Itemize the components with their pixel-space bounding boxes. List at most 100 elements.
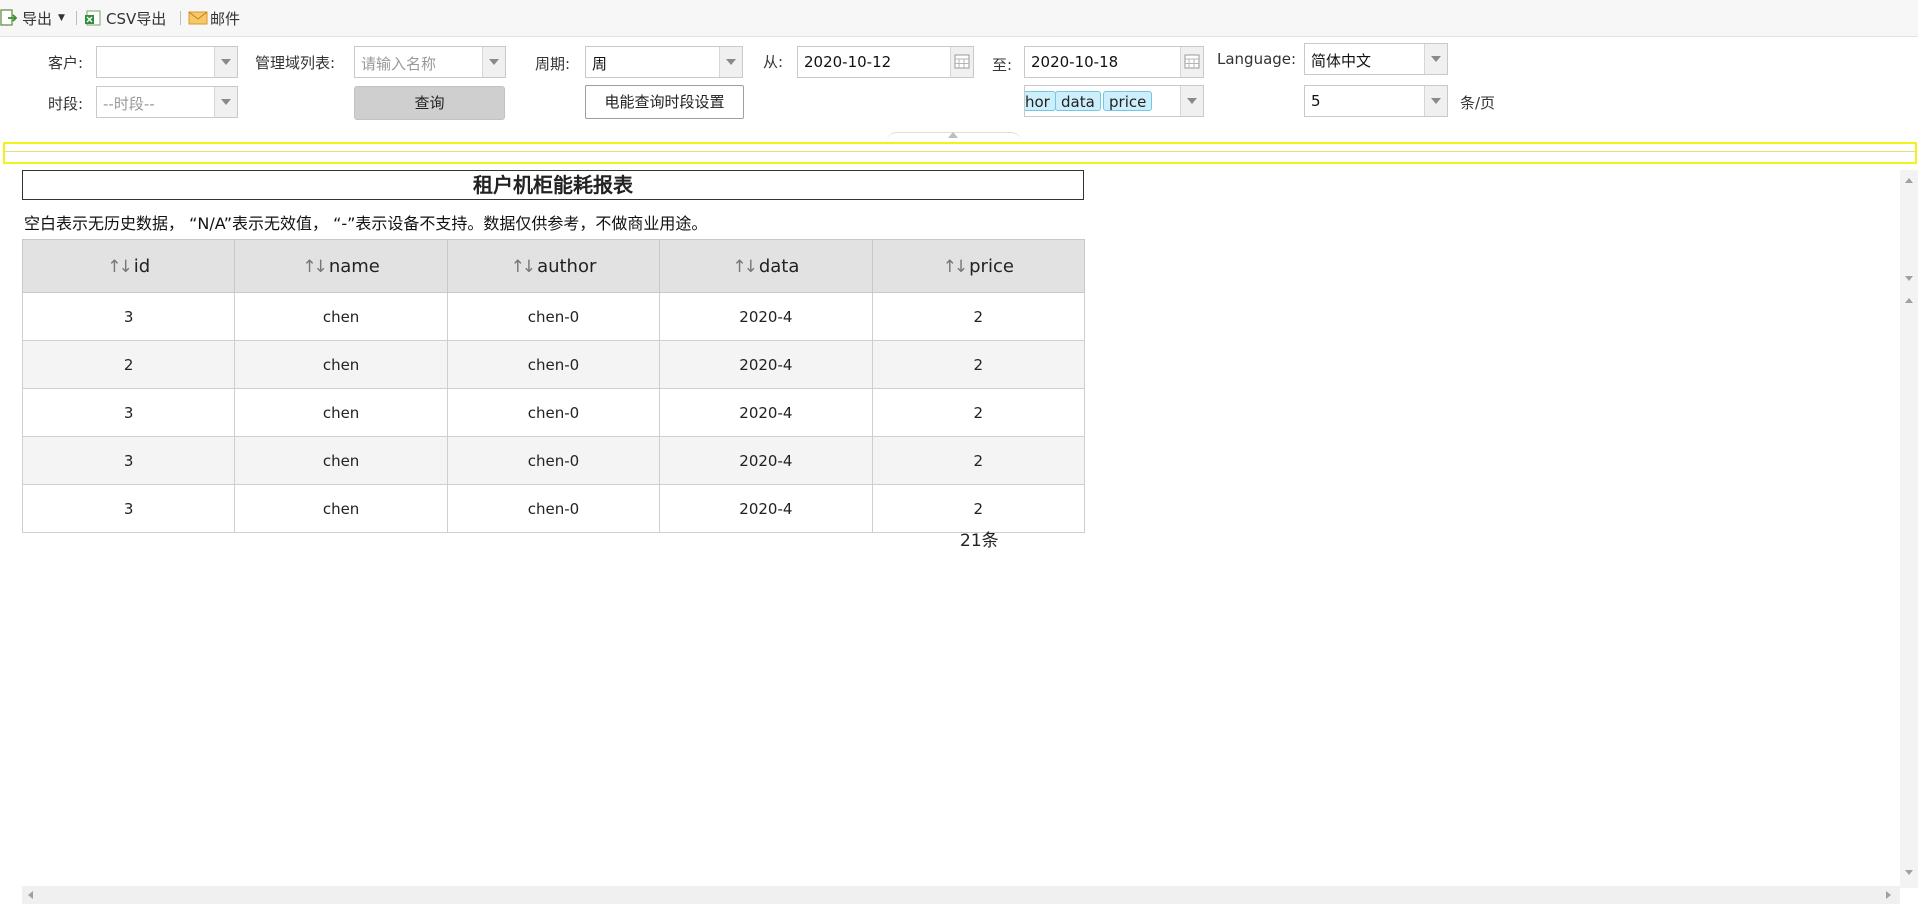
- table-header-row: ↑↓ id ↑↓ name ↑↓ author ↑↓ data ↑↓ price: [21, 239, 1086, 293]
- column-multiselect[interactable]: hor data price: [1024, 85, 1204, 117]
- table-cell: 3: [21, 436, 236, 485]
- domain-placeholder: 请输入名称: [361, 55, 437, 73]
- from-date-input[interactable]: 2020-10-12: [797, 46, 974, 78]
- chevron-down-icon[interactable]: [482, 47, 505, 77]
- table-cell: 3: [21, 484, 236, 533]
- chevron-down-icon[interactable]: [719, 47, 742, 77]
- page-size-value: 5: [1311, 92, 1321, 110]
- column-tag[interactable]: data: [1055, 91, 1101, 111]
- scroll-up-icon[interactable]: [1905, 298, 1913, 303]
- report-title: 租户机柜能耗报表: [22, 170, 1084, 200]
- table-cell: 2020-4: [659, 436, 873, 485]
- csv-export-button[interactable]: CSV导出: [84, 8, 166, 28]
- table-cell: 2020-4: [659, 292, 873, 341]
- sort-icon[interactable]: ↑↓: [302, 257, 327, 277]
- table-cell: chen: [234, 340, 448, 389]
- toolbar-divider: [180, 11, 181, 25]
- vertical-scrollbar[interactable]: [1900, 170, 1918, 888]
- chevron-down-icon[interactable]: [1180, 86, 1203, 116]
- table-cell: chen: [234, 388, 448, 437]
- toolbar: 导出 ▼ CSV导出 邮件: [0, 0, 1918, 37]
- table-cell: chen-0: [446, 388, 661, 437]
- chevron-down-icon: ▼: [58, 13, 65, 23]
- timeslot-label: 时段:: [48, 95, 84, 113]
- scroll-up-icon[interactable]: [1905, 178, 1913, 183]
- table-cell: 2: [871, 340, 1086, 389]
- table-row: 3 chen chen-0 2020-4 2: [21, 484, 1086, 533]
- mail-icon: [188, 9, 208, 27]
- chevron-down-icon[interactable]: [214, 47, 237, 77]
- table-cell: 3: [21, 292, 236, 341]
- report-table: ↑↓ id ↑↓ name ↑↓ author ↑↓ data ↑↓ price 3 ch…: [21, 239, 1086, 533]
- export-menu-button[interactable]: 导出 ▼: [0, 8, 65, 28]
- sort-icon[interactable]: ↑↓: [732, 257, 757, 277]
- language-label: Language:: [1217, 50, 1297, 68]
- calendar-icon[interactable]: [1180, 47, 1203, 77]
- sort-icon[interactable]: ↑↓: [107, 257, 132, 277]
- column-header-id[interactable]: ↑↓ id: [21, 239, 236, 293]
- table-row: 3 chen chen-0 2020-4 2: [21, 436, 1086, 485]
- export-icon: [0, 9, 18, 27]
- column-header-data[interactable]: ↑↓ data: [659, 239, 873, 293]
- divider: [5, 151, 1915, 152]
- mail-button[interactable]: 邮件: [188, 8, 240, 28]
- scroll-right-icon[interactable]: [1886, 891, 1891, 899]
- column-header-name[interactable]: ↑↓ name: [234, 239, 448, 293]
- timeslot-value: --时段--: [103, 95, 155, 113]
- from-label: 从:: [763, 53, 784, 71]
- column-header-author[interactable]: ↑↓ author: [446, 239, 661, 293]
- sort-icon[interactable]: ↑↓: [511, 257, 536, 277]
- horizontal-scrollbar[interactable]: [22, 886, 1900, 904]
- scroll-left-icon[interactable]: [28, 891, 33, 899]
- column-tag[interactable]: price: [1103, 91, 1153, 111]
- table-cell: chen: [234, 484, 448, 533]
- column-header-price[interactable]: ↑↓ price: [871, 239, 1086, 293]
- table-cell: chen-0: [446, 436, 661, 485]
- page-size-unit: 条/页: [1460, 94, 1496, 112]
- calendar-icon[interactable]: [950, 47, 973, 77]
- language-value: 简体中文: [1311, 52, 1372, 70]
- table-cell: chen: [234, 436, 448, 485]
- customer-label: 客户:: [48, 54, 84, 72]
- language-select[interactable]: 简体中文: [1304, 43, 1448, 75]
- period-label: 周期:: [535, 55, 571, 73]
- to-label: 至:: [992, 56, 1013, 74]
- table-row: 2 chen chen-0 2020-4 2: [21, 340, 1086, 389]
- timeslot-select[interactable]: --时段--: [96, 86, 238, 118]
- slot-setting-button[interactable]: 电能查询时段设置: [585, 85, 744, 119]
- report-note: 空白表示无历史数据， “N/A”表示无效值， “-”表示设备不支持。数据仅供参考…: [24, 214, 708, 233]
- column-tag[interactable]: hor: [1025, 91, 1056, 111]
- domain-list-label: 管理域列表:: [255, 54, 336, 72]
- table-cell: 3: [21, 388, 236, 437]
- chevron-down-icon[interactable]: [1424, 44, 1447, 74]
- to-date-value: 2020-10-18: [1031, 53, 1119, 71]
- chevron-up-icon: [948, 132, 958, 138]
- total-count: 21条: [960, 531, 999, 551]
- table-cell: 2020-4: [659, 388, 873, 437]
- chevron-down-icon[interactable]: [1424, 86, 1447, 116]
- table-cell: 2: [871, 292, 1086, 341]
- period-value: 周: [592, 55, 608, 73]
- csv-export-label: CSV导出: [106, 9, 167, 28]
- customer-select[interactable]: [96, 46, 238, 78]
- table-cell: 2020-4: [659, 340, 873, 389]
- page-size-select[interactable]: 5: [1304, 85, 1448, 117]
- table-cell: 2020-4: [659, 484, 873, 533]
- domain-list-select[interactable]: 请输入名称: [354, 46, 506, 78]
- export-label: 导出: [22, 9, 53, 28]
- table-row: 3 chen chen-0 2020-4 2: [21, 292, 1086, 341]
- period-select[interactable]: 周: [585, 46, 743, 78]
- toolbar-divider: [76, 11, 77, 25]
- scroll-down-icon[interactable]: [1905, 870, 1913, 875]
- chevron-down-icon[interactable]: [214, 87, 237, 117]
- highlight-bar: [3, 142, 1917, 164]
- table-cell: 2: [871, 388, 1086, 437]
- table-cell: chen-0: [446, 292, 661, 341]
- from-date-value: 2020-10-12: [804, 53, 892, 71]
- query-button[interactable]: 查询: [354, 86, 505, 120]
- sort-icon[interactable]: ↑↓: [943, 257, 968, 277]
- scroll-down-icon[interactable]: [1905, 276, 1913, 281]
- excel-icon: [84, 9, 102, 27]
- to-date-input[interactable]: 2020-10-18: [1024, 46, 1204, 78]
- table-cell: 2: [21, 340, 236, 389]
